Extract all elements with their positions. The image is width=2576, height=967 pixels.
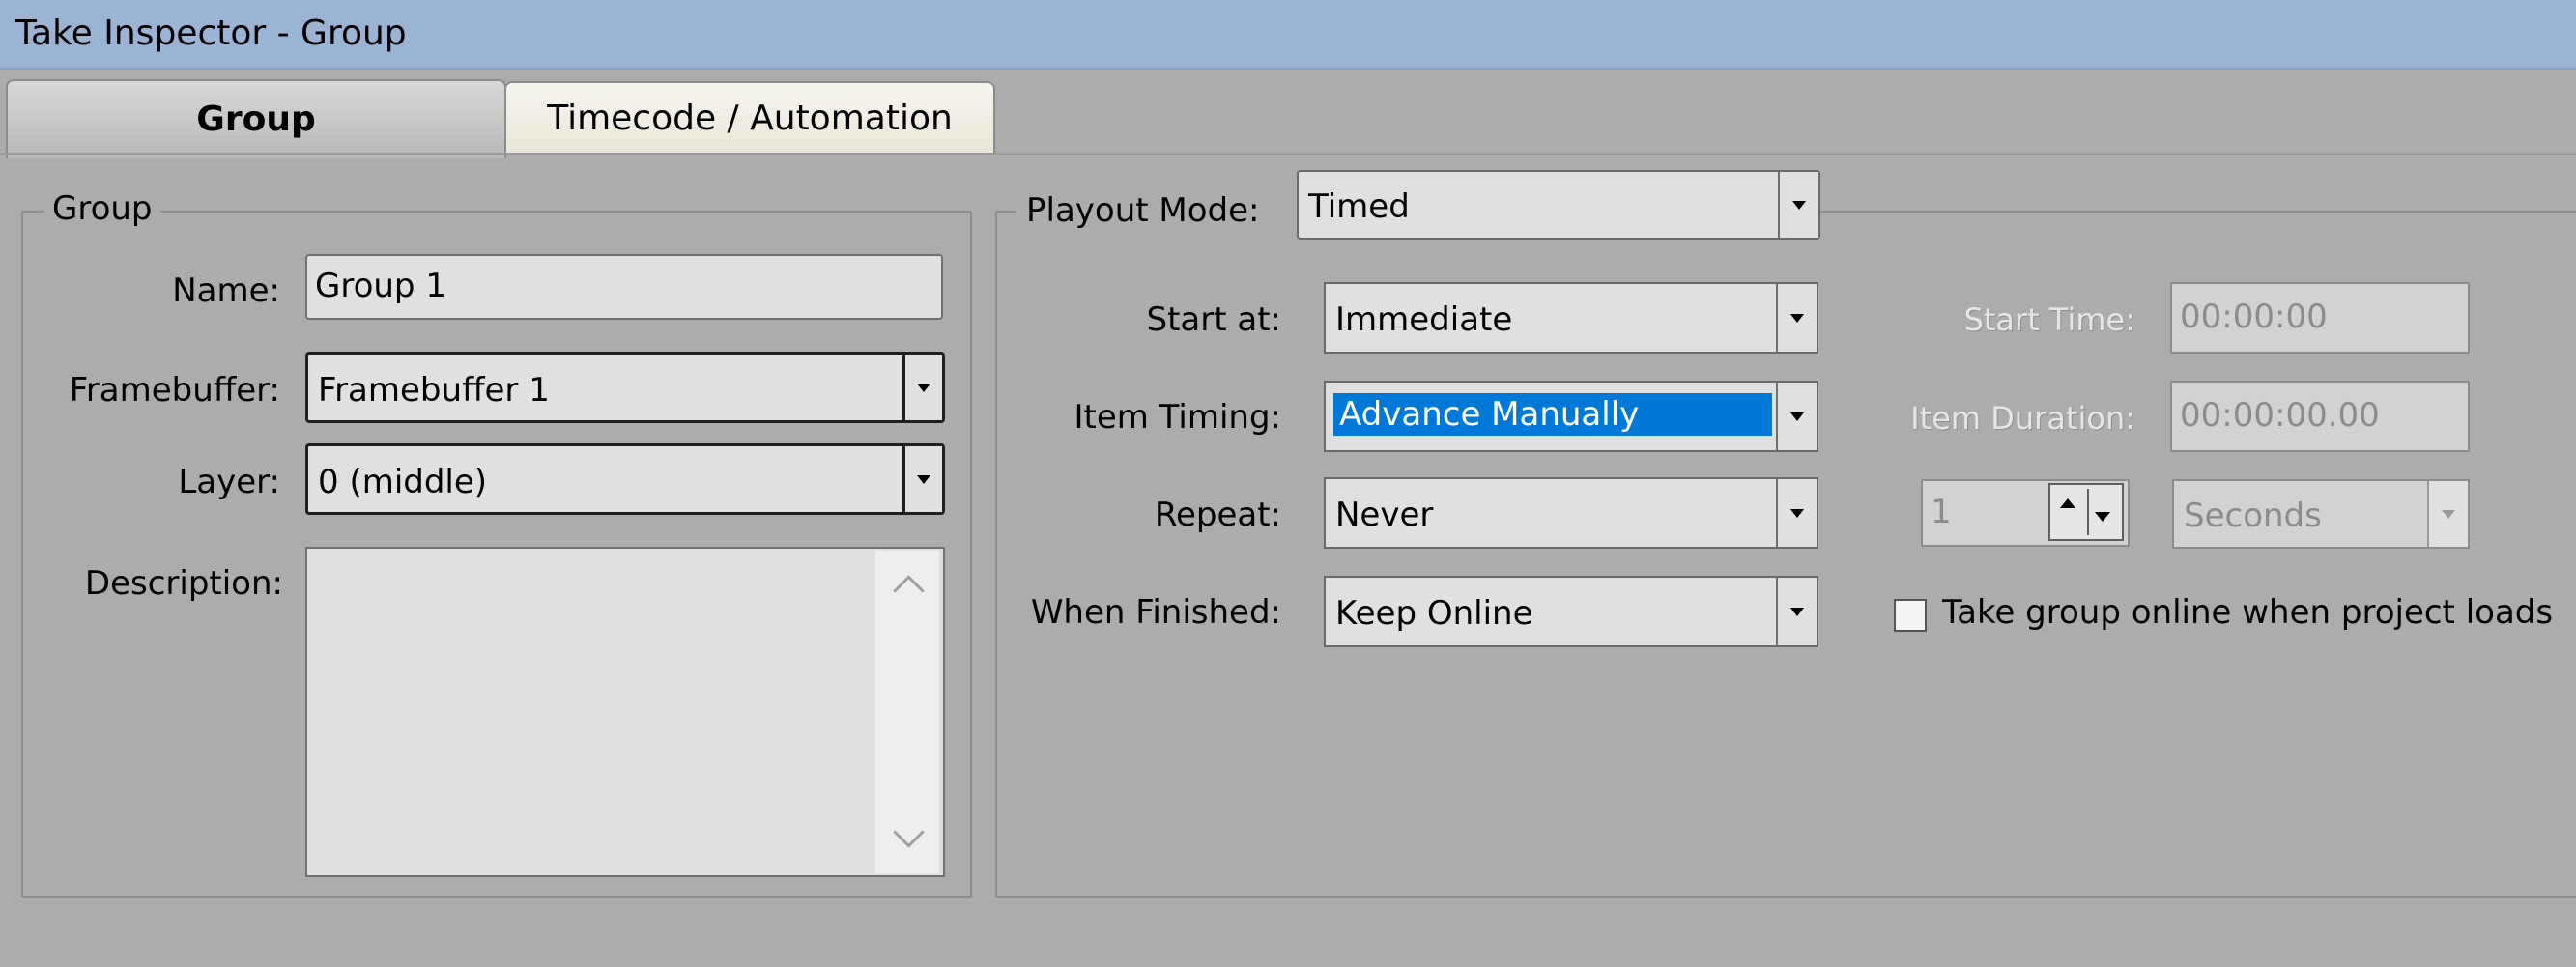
chevron-down-icon[interactable] (1776, 284, 1817, 352)
repeat-unit-value: Seconds (2184, 497, 2322, 535)
playout-mode-value: Timed (1308, 187, 1410, 226)
item-timing-label: Item Timing: (1073, 398, 1281, 437)
spin-down-icon[interactable] (2095, 512, 2110, 522)
chevron-down-icon[interactable] (902, 446, 942, 512)
start-time-field[interactable]: 00:00:00 (2170, 282, 2470, 354)
repeat-select[interactable]: Never (1324, 477, 1818, 549)
name-field[interactable]: Group 1 (305, 254, 943, 320)
description-scrollbar[interactable] (875, 551, 939, 873)
name-label: Name: (172, 271, 280, 310)
chevron-down-icon[interactable] (902, 355, 942, 420)
item-timing-select[interactable]: Advance Manually (1324, 381, 1818, 452)
scroll-up-arrow-icon[interactable] (893, 575, 925, 607)
tab-label: Group (196, 100, 316, 139)
start-at-label: Start at: (1146, 300, 1282, 339)
tab-label: Timecode / Automation (547, 99, 953, 138)
window-title: Take Inspector - Group (15, 14, 407, 53)
take-online-checkbox[interactable] (1894, 599, 1927, 632)
when-finished-label: When Finished: (1030, 593, 1281, 632)
spin-up-icon[interactable] (2060, 498, 2075, 508)
title-bar: Take Inspector - Group (0, 0, 2576, 70)
layer-value: 0 (middle) (318, 463, 488, 501)
layer-select[interactable]: 0 (middle) (305, 443, 945, 515)
item-timing-value: Advance Manually (1333, 393, 1772, 436)
chevron-down-icon[interactable] (1776, 578, 1817, 645)
chevron-down-icon[interactable] (1776, 479, 1817, 547)
repeat-unit-select[interactable]: Seconds (2172, 479, 2470, 549)
tab-timecode-automation[interactable]: Timecode / Automation (504, 81, 995, 155)
repeat-label: Repeat: (1154, 496, 1281, 534)
take-online-label: Take group online when project loads (1942, 593, 2554, 632)
item-duration-label: Item Duration: (1910, 400, 2135, 437)
chevron-down-icon[interactable] (2427, 481, 2468, 547)
scroll-down-arrow-icon[interactable] (893, 816, 925, 848)
playout-mode-select[interactable]: Timed (1297, 170, 1820, 240)
chevron-down-icon[interactable] (1778, 172, 1818, 238)
group-section-legend: Group (44, 189, 160, 228)
repeat-value: Never (1335, 496, 1434, 534)
layer-label: Layer: (178, 463, 280, 501)
spin-divider (2087, 489, 2089, 535)
repeat-count-value: 1 (1931, 493, 1952, 531)
framebuffer-value: Framebuffer 1 (318, 371, 550, 410)
playout-mode-label: Playout Mode: (1026, 191, 1260, 230)
spin-buttons[interactable] (2048, 483, 2124, 541)
tab-group[interactable]: Group (6, 79, 506, 158)
framebuffer-label: Framebuffer: (69, 371, 280, 410)
description-textarea[interactable] (305, 547, 945, 877)
when-finished-select[interactable]: Keep Online (1324, 576, 1818, 647)
start-time-label: Start Time: (1963, 301, 2135, 338)
item-duration-field[interactable]: 00:00:00.00 (2170, 381, 2470, 452)
framebuffer-select[interactable]: Framebuffer 1 (305, 352, 945, 423)
description-label: Description: (84, 564, 283, 603)
when-finished-value: Keep Online (1335, 594, 1533, 633)
start-at-select[interactable]: Immediate (1324, 282, 1818, 354)
start-at-value: Immediate (1335, 300, 1513, 339)
chevron-down-icon[interactable] (1776, 383, 1817, 450)
tab-panel-border (0, 153, 2576, 155)
